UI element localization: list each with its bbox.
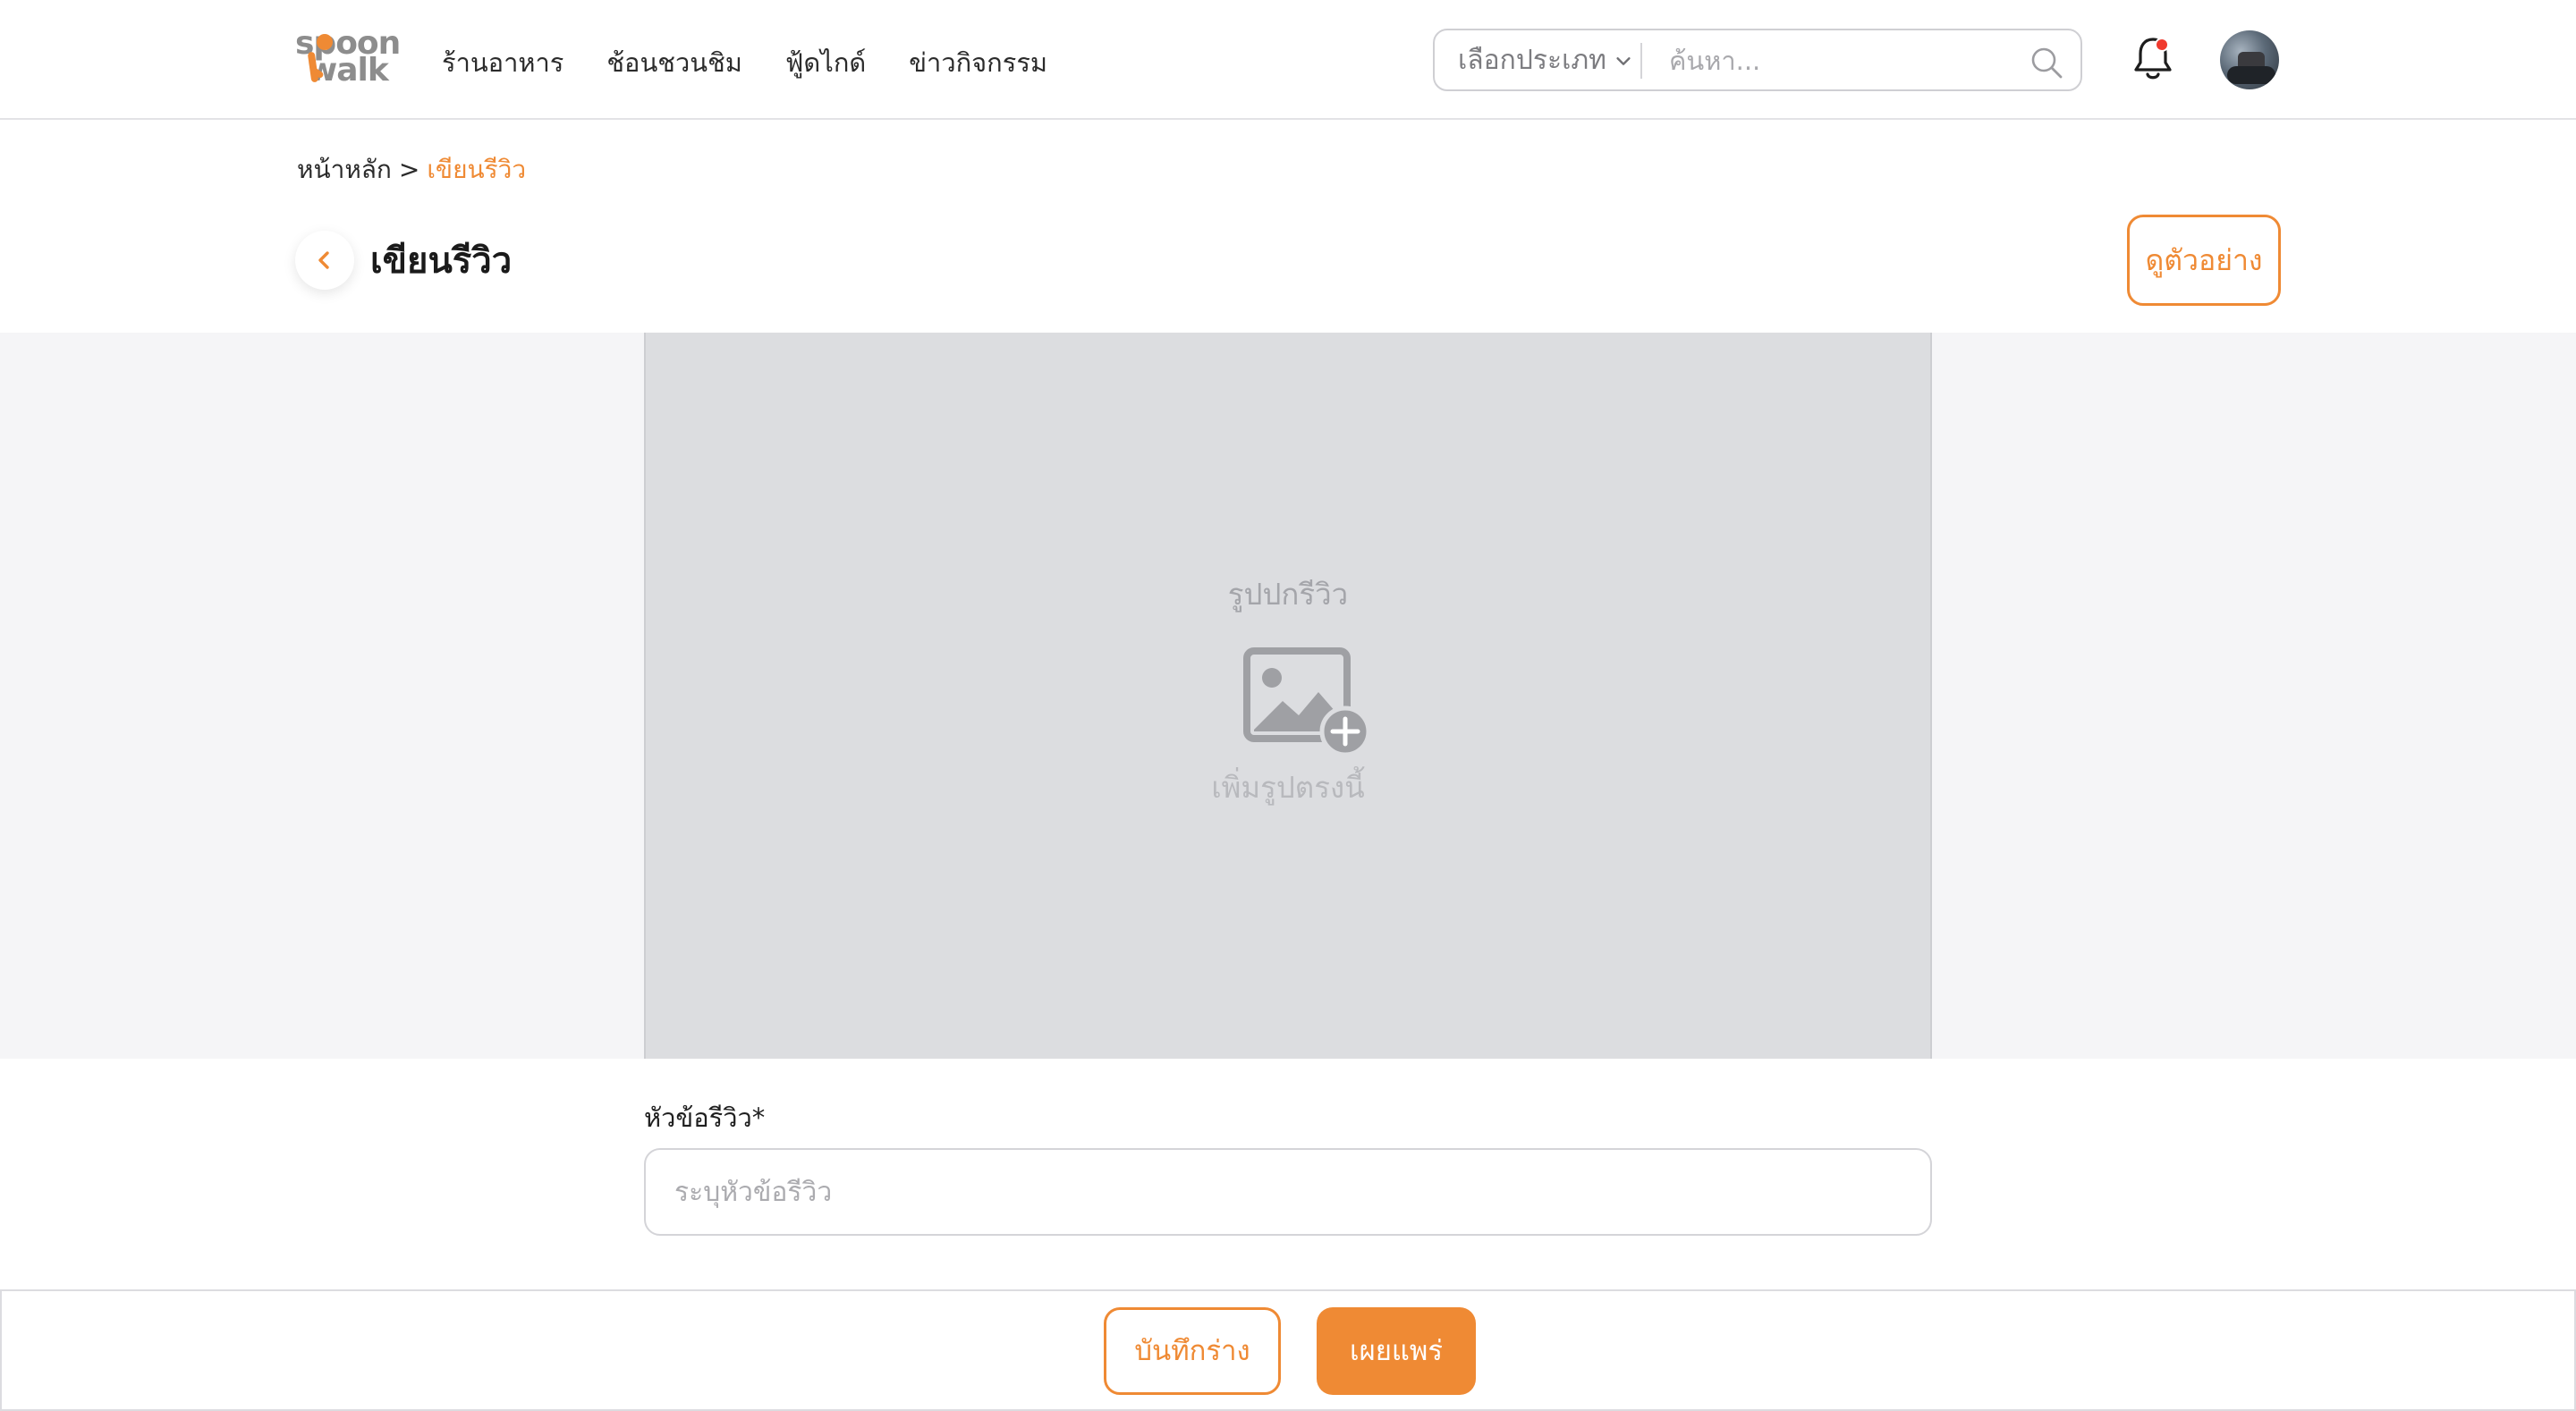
image-add-icon [1243,647,1371,757]
search-input[interactable] [1669,41,2009,80]
review-title-input[interactable] [644,1148,1932,1236]
bell-icon[interactable] [2131,34,2175,82]
cover-image-upload[interactable]: รูปปกรีวิว เพิ่มรูปตรงนี้ [644,333,1932,1059]
search-icon[interactable] [2029,45,2064,80]
breadcrumb: หน้าหลัก > เขียนรีวิว [297,152,526,188]
search-bar: เลือกประเภท [1433,29,2082,91]
breadcrumb-separator: > [398,155,420,184]
search-category-label: เลือกประเภท [1458,45,1606,76]
save-draft-button[interactable]: บันทึกร่าง [1104,1307,1281,1395]
nav-item-spoon-invites[interactable]: ช้อนชวนชิม [606,45,742,80]
notification-badge [2155,38,2169,52]
publish-button[interactable]: เผยแพร่ [1317,1307,1476,1395]
chevron-down-icon [1616,57,1631,65]
search-divider [1640,43,1642,79]
top-header: spoon walk ร้านอาหาร ช้อนชวนชิม ฟู้ดไกด์… [0,0,2576,120]
nav-item-food-guide[interactable]: ฟู้ดไกด์ [785,45,866,80]
cover-label: รูปปกรีวิว [1227,577,1349,612]
action-footer: บันทึกร่าง เผยแพร่ [0,1289,2576,1411]
avatar[interactable] [2220,30,2279,89]
nav-item-news-events[interactable]: ข่าวกิจกรรม [909,45,1047,80]
chevron-left-icon [318,251,329,269]
review-title-label: หัวข้อรีวิว* [644,1103,766,1133]
logo-figure-head [317,34,333,50]
nav-item-restaurants[interactable]: ร้านอาหาร [442,45,564,80]
spoonwalk-logo[interactable]: spoon walk [295,27,401,88]
preview-button[interactable]: ดูตัวอย่าง [2127,215,2281,306]
main-nav: ร้านอาหาร ช้อนชวนชิม ฟู้ดไกด์ ข่าวกิจกรร… [442,45,1047,80]
back-button[interactable] [295,231,354,290]
breadcrumb-current: เขียนรีวิว [427,155,527,184]
search-category-select[interactable]: เลือกประเภท [1458,43,1633,79]
avatar-photo-detail [2227,66,2275,84]
cover-add-text: เพิ่มรูปตรงนี้ [1211,770,1365,805]
page-title: เขียนรีวิว [370,241,513,282]
breadcrumb-home[interactable]: หน้าหลัก [297,155,392,184]
